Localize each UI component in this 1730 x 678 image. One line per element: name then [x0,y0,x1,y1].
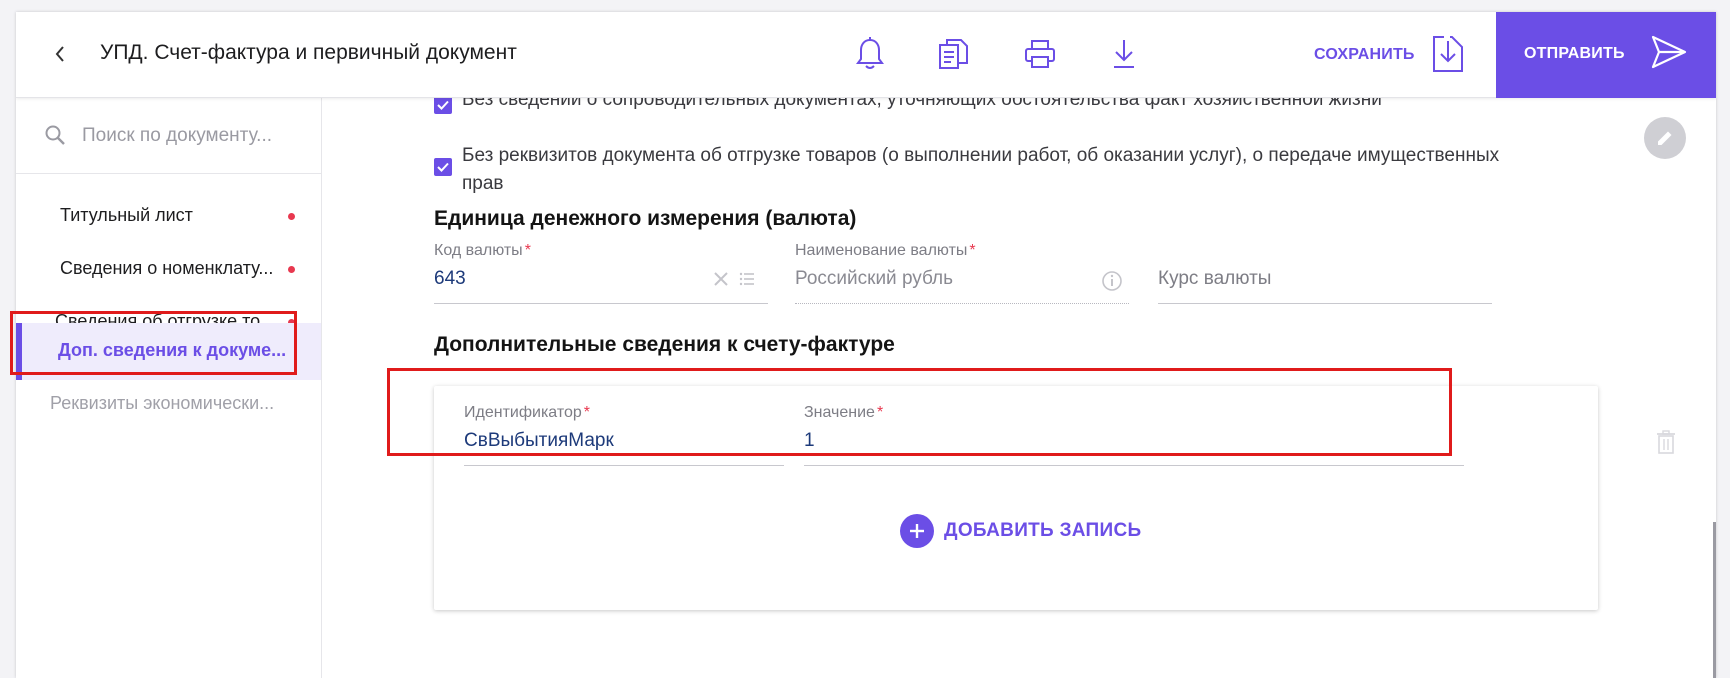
error-dot [288,266,295,273]
page-title: УПД. Счет-фактура и первичный документ [100,41,517,64]
field-label: Значение * [804,404,884,421]
currency-code-value: 643 [434,268,466,289]
send-label: ОТПРАВИТЬ [1524,45,1625,62]
delete-record-button[interactable] [1656,430,1676,459]
print-button[interactable] [1020,34,1060,74]
currency-name-field: Наименование валюты * Российский рубль [795,242,1129,304]
download-icon [1114,40,1134,68]
sidebar: Титульный лист Сведения о номенклату... … [16,98,322,678]
search-icon [45,125,65,145]
documents-icon [939,39,968,69]
additional-info-card: Идентификатор * СвВыбытияМарк Значение * 1… [434,386,1598,610]
send-icon [1651,35,1687,69]
active-indicator [16,323,22,380]
field-label: Наименование валюты * [795,242,976,259]
edit-button[interactable] [1644,117,1686,159]
back-arrow-icon [55,46,64,62]
sidebar-item-label: Доп. сведения к докуме... [58,340,287,360]
trash-icon [1657,430,1675,454]
sidebar-item-economic-requisites[interactable]: Реквизиты экономически... [16,376,321,433]
field-label: Код валюты * [434,242,531,259]
field-underline [434,303,768,304]
app-window: УПД. Счет-фактура и первичный документ С… [16,12,1716,678]
field-underline [795,303,1129,304]
currency-section-title: Единица денежного измерения (валюта) [434,207,857,230]
add-record-label: ДОБАВИТЬ ЗАПИСЬ [944,520,1142,541]
sidebar-item-label: Титульный лист [60,205,193,225]
additional-section-title: Дополнительные сведения к счету-фактуре [434,333,895,356]
error-dot [288,213,295,220]
bell-icon [856,37,884,69]
field-underline [804,465,1464,466]
sidebar-item-label: Реквизиты экономически... [50,393,275,413]
sidebar-item-additional-info[interactable]: Доп. сведения к докуме... [16,323,321,380]
checkbox-no-supporting-docs[interactable] [434,96,452,114]
documents-button[interactable] [934,34,974,74]
save-icon [1433,36,1463,72]
field-underline [1158,303,1492,304]
sidebar-item-label: Сведения о номенклату... [60,258,274,278]
currency-rate-placeholder: Курс валюты [1158,268,1272,289]
back-button[interactable] [44,38,76,70]
sidebar-item-nomenclature[interactable]: Сведения о номенклату... [16,241,321,298]
clear-icon [714,272,728,286]
field-underline [464,465,784,466]
printer-icon [1025,40,1055,68]
currency-code-field[interactable]: Код валюты * 643 [434,242,768,304]
pencil-icon [1658,131,1672,145]
check-icon [437,100,449,110]
download-button[interactable] [1104,34,1144,74]
check-icon [437,162,449,172]
info-icon [1102,271,1122,291]
search-input[interactable] [82,120,302,152]
notifications-button[interactable] [850,34,890,74]
sidebar-item-title-page[interactable]: Титульный лист [16,188,321,245]
checkbox-no-shipment-requisites[interactable] [434,158,452,176]
checkbox-label: Без реквизитов документа об отгрузке тов… [462,145,1500,194]
value-field[interactable]: Значение * 1 [804,404,1464,466]
scrollbar[interactable] [1713,522,1716,678]
search-bar [16,98,321,174]
plus-icon [900,514,934,548]
header: УПД. Счет-фактура и первичный документ С… [16,12,1716,98]
list-icon [739,272,754,286]
send-button[interactable]: ОТПРАВИТЬ [1496,12,1716,98]
identifier-field[interactable]: Идентификатор * СвВыбытияМарк [464,404,784,466]
value-value: 1 [804,430,815,451]
currency-name-value: Российский рубль [795,268,954,289]
add-record-button[interactable]: ДОБАВИТЬ ЗАПИСЬ [900,514,1141,548]
save-icon-button[interactable] [1428,34,1468,74]
save-button[interactable]: СОХРАНИТЬ [1314,46,1415,64]
field-label: Идентификатор * [464,404,591,421]
identifier-value: СвВыбытияМарк [464,430,614,451]
main-content: Без сведении о сопроводительных документ… [322,89,1716,678]
currency-rate-field[interactable]: Курс валюты [1158,242,1492,304]
